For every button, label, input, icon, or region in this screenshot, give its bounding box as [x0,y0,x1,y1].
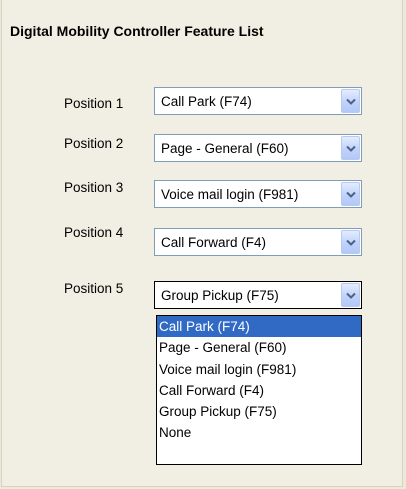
dropdown-option-none[interactable]: None [157,422,361,443]
position-5-select[interactable]: Group Pickup (F75) [154,281,362,309]
feature-list-panel: Digital Mobility Controller Feature List… [1,0,403,487]
position-2-dropdown-button[interactable] [341,136,360,160]
chevron-down-icon [346,145,356,152]
dropdown-option-voice-mail-login[interactable]: Voice mail login (F981) [157,359,361,380]
panel-title: Digital Mobility Controller Feature List [10,23,264,39]
position-5-value: Group Pickup (F75) [161,288,279,303]
position-5-dropdown-button[interactable] [341,283,360,307]
position-4-label: Position 4 [64,225,124,240]
position-4-dropdown-button[interactable] [341,230,360,254]
chevron-down-icon [346,191,356,198]
position-1-label: Position 1 [64,96,124,111]
position-3-dropdown-button[interactable] [341,182,360,206]
chevron-down-icon [346,292,356,299]
chevron-down-icon [346,98,356,105]
dropdown-option-group-pickup[interactable]: Group Pickup (F75) [157,401,361,422]
dropdown-option-page-general[interactable]: Page - General (F60) [157,337,361,358]
position-2-value: Page - General (F60) [161,141,289,156]
position-5-dropdown-list: Call Park (F74) Page - General (F60) Voi… [156,315,362,465]
position-3-label: Position 3 [64,180,124,195]
position-3-value: Voice mail login (F981) [161,187,299,202]
position-1-select[interactable]: Call Park (F74) [154,87,362,115]
position-4-select[interactable]: Call Forward (F4) [154,228,362,256]
dropdown-option-call-park[interactable]: Call Park (F74) [157,316,361,338]
position-2-select[interactable]: Page - General (F60) [154,134,362,162]
chevron-down-icon [346,239,356,246]
position-3-select[interactable]: Voice mail login (F981) [154,180,362,208]
position-1-dropdown-button[interactable] [341,89,360,113]
dropdown-option-call-forward[interactable]: Call Forward (F4) [157,380,361,401]
position-4-value: Call Forward (F4) [161,235,267,250]
position-5-label: Position 5 [64,281,124,296]
position-1-value: Call Park (F74) [161,94,252,109]
position-2-label: Position 2 [64,136,124,151]
